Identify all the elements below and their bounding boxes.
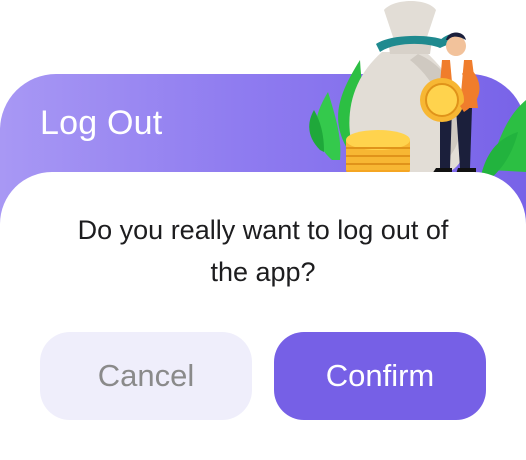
logout-dialog: Log Out Do you really want to log out of…: [0, 0, 526, 460]
confirm-button[interactable]: Confirm: [274, 332, 486, 420]
dialog-title: Log Out: [40, 104, 163, 142]
dialog-message-line1: Do you really want to log out of: [77, 215, 449, 245]
cancel-button[interactable]: Cancel: [40, 332, 252, 420]
dialog-message-line2: the app?: [210, 257, 316, 287]
dialog-message: Do you really want to log out of the app…: [30, 209, 496, 293]
money-bag-illustration-icon: [290, 0, 526, 200]
